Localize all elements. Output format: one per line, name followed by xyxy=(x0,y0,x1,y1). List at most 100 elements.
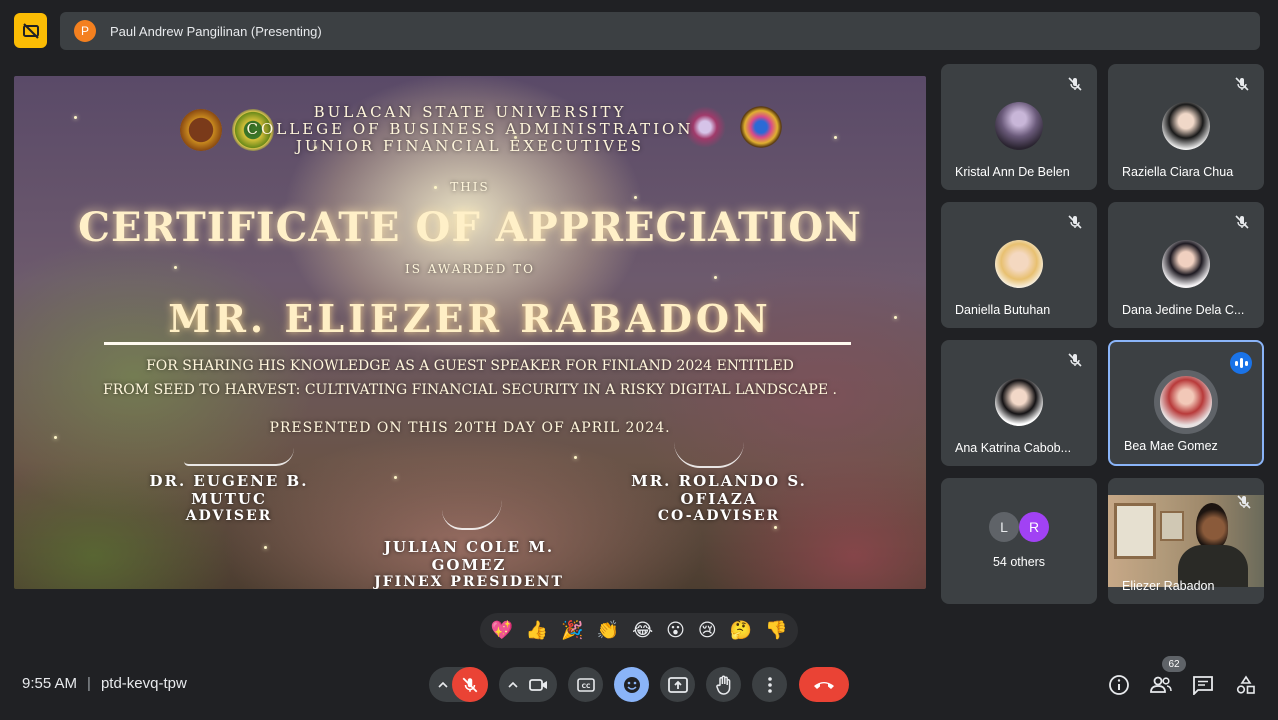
certificate-awarded: IS AWARDED TO xyxy=(404,262,536,276)
university-name: BULACAN STATE UNIVERSITY xyxy=(313,103,627,121)
audio-controls xyxy=(429,667,488,702)
presenter-label: Paul Andrew Pangilinan (Presenting) xyxy=(110,23,322,39)
present-screen-icon xyxy=(667,676,688,693)
more-options-button[interactable] xyxy=(752,667,787,702)
self-tile[interactable]: Eliezer Rabadon xyxy=(1108,478,1264,604)
speaking-indicator-icon xyxy=(1230,352,1252,374)
meeting-details-button[interactable] xyxy=(1106,672,1132,698)
people-button[interactable] xyxy=(1148,672,1174,698)
others-tile[interactable]: L R 54 others xyxy=(941,478,1097,604)
reaction-crying[interactable]: 😢 xyxy=(698,620,717,641)
chevron-up-icon[interactable] xyxy=(506,678,520,692)
people-icon xyxy=(1150,676,1172,693)
more-vert-icon xyxy=(767,676,772,693)
participant-name: Kristal Ann De Belen xyxy=(955,165,1070,179)
hand-icon xyxy=(715,675,730,695)
mic-off-icon xyxy=(1235,77,1249,91)
participant-tile[interactable]: Ana Katrina Cabob... xyxy=(941,340,1097,466)
video-controls xyxy=(499,667,557,702)
signature-2 xyxy=(674,442,744,468)
participant-name: Raziella Ciara Chua xyxy=(1122,165,1234,179)
clock-time: 9:55 AM xyxy=(22,675,78,692)
signatory-co-adviser: MR. ROLANDO S. OFIAZA CO-ADVISER xyxy=(594,472,844,524)
reaction-thinking[interactable]: 🤔 xyxy=(730,620,752,641)
mic-off-icon xyxy=(1068,215,1082,229)
shared-screen: BULACAN STATE UNIVERSITY COLLEGE OF BUSI… xyxy=(14,76,926,589)
certificate-date: PRESENTED ON THIS 20TH DAY OF APRIL 2024… xyxy=(269,420,671,436)
reactions-bar: 💖 👍 🎉 👏 😂 😮 😢 🤔 👎 xyxy=(480,613,798,648)
certificate-this: THIS xyxy=(450,180,490,194)
signature-1 xyxy=(184,448,294,466)
reaction-surprised[interactable]: 😮 xyxy=(666,620,685,641)
participant-tile-speaking[interactable]: Bea Mae Gomez xyxy=(1108,340,1264,466)
phone-hangup-icon xyxy=(814,681,834,689)
raise-hand-button[interactable] xyxy=(706,667,741,702)
leave-call-button[interactable] xyxy=(799,667,849,702)
avatar: L xyxy=(989,512,1019,542)
present-button[interactable] xyxy=(660,667,695,702)
signature-3 xyxy=(442,500,502,530)
mic-off-icon xyxy=(462,677,478,692)
college-name: COLLEGE OF BUSINESS ADMINISTRATION xyxy=(246,120,694,138)
participant-name: Ana Katrina Cabob... xyxy=(955,441,1072,455)
certificate-recipient: MR. ELIEZER RABADON xyxy=(168,296,772,341)
certificate-description-1: FOR SHARING HIS KNOWLEDGE AS A GUEST SPE… xyxy=(146,358,794,374)
avatar xyxy=(995,378,1043,426)
microphone-button[interactable] xyxy=(452,667,488,702)
reaction-sparkling-heart[interactable]: 💖 xyxy=(490,620,512,641)
signatory-name: MR. ROLANDO S. OFIAZA xyxy=(631,472,807,508)
chat-button[interactable] xyxy=(1190,672,1216,698)
participant-name: Daniella Butuhan xyxy=(955,303,1051,317)
info-icon xyxy=(1109,675,1129,695)
participant-name: Eliezer Rabadon xyxy=(1122,579,1215,593)
certificate-description-2: FROM SEED TO HARVEST: CULTIVATING FINANC… xyxy=(103,382,837,398)
signatory-president: JULIAN COLE M. GOMEZ JFINEX PRESIDENT xyxy=(344,538,594,589)
emoji-button[interactable] xyxy=(614,667,649,702)
participant-tile[interactable]: Kristal Ann De Belen xyxy=(941,64,1097,190)
avatar xyxy=(995,240,1043,288)
person-head xyxy=(1196,503,1228,549)
avatar: R xyxy=(1019,512,1049,542)
svg-text:CC: CC xyxy=(581,683,590,690)
mic-off-icon xyxy=(1237,495,1251,509)
signatory-name: JULIAN COLE M. GOMEZ xyxy=(383,538,555,574)
reaction-thumbs-up[interactable]: 👍 xyxy=(526,620,548,641)
presenter-avatar: P xyxy=(74,20,96,42)
emoji-icon xyxy=(623,676,640,693)
people-count-badge: 62 xyxy=(1162,656,1186,672)
participant-tile[interactable]: Daniella Butuhan xyxy=(941,202,1097,328)
meeting-code: ptd-kevq-tpw xyxy=(100,675,187,692)
reaction-party-popper[interactable]: 🎉 xyxy=(561,620,583,641)
captions-button[interactable]: CC xyxy=(568,667,603,702)
avatar xyxy=(1162,102,1210,150)
reaction-laughing[interactable]: 😂 xyxy=(632,620,653,641)
signatory-role: ADVISER xyxy=(185,508,273,524)
participant-tile[interactable]: Dana Jedine Dela C... xyxy=(1108,202,1264,328)
reaction-thumbs-down[interactable]: 👎 xyxy=(765,620,787,641)
chevron-up-icon[interactable] xyxy=(436,678,450,692)
separator: | xyxy=(87,675,91,692)
reaction-clapping[interactable]: 👏 xyxy=(597,620,619,641)
chat-icon xyxy=(1193,676,1213,695)
activities-button[interactable] xyxy=(1233,672,1259,698)
participant-name: Bea Mae Gomez xyxy=(1124,439,1218,453)
camera-icon[interactable] xyxy=(529,677,549,693)
window-frame xyxy=(1114,503,1156,559)
avatar xyxy=(1162,240,1210,288)
window-frame xyxy=(1160,511,1184,541)
others-count: 54 others xyxy=(992,555,1046,569)
org-name: JUNIOR FINANCIAL EXECUTIVES xyxy=(295,137,645,155)
avatar xyxy=(995,102,1043,150)
mic-off-icon xyxy=(1068,353,1082,367)
participant-name: Dana Jedine Dela C... xyxy=(1122,303,1245,317)
meeting-info: 9:55 AM | ptd-kevq-tpw xyxy=(22,675,187,692)
presenter-bar: P Paul Andrew Pangilinan (Presenting) xyxy=(60,12,1260,50)
certificate-title: CERTIFICATE OF APPRECIATION xyxy=(78,204,862,251)
stop-presenting-icon[interactable] xyxy=(14,13,47,48)
signatory-adviser: DR. EUGENE B. MUTUC ADVISER xyxy=(114,472,344,524)
signatory-role: CO-ADVISER xyxy=(657,508,781,524)
participant-tile[interactable]: Raziella Ciara Chua xyxy=(1108,64,1264,190)
avatar xyxy=(1154,370,1218,434)
mic-off-icon xyxy=(1068,77,1082,91)
signatory-role: JFINEX PRESIDENT xyxy=(374,574,564,589)
